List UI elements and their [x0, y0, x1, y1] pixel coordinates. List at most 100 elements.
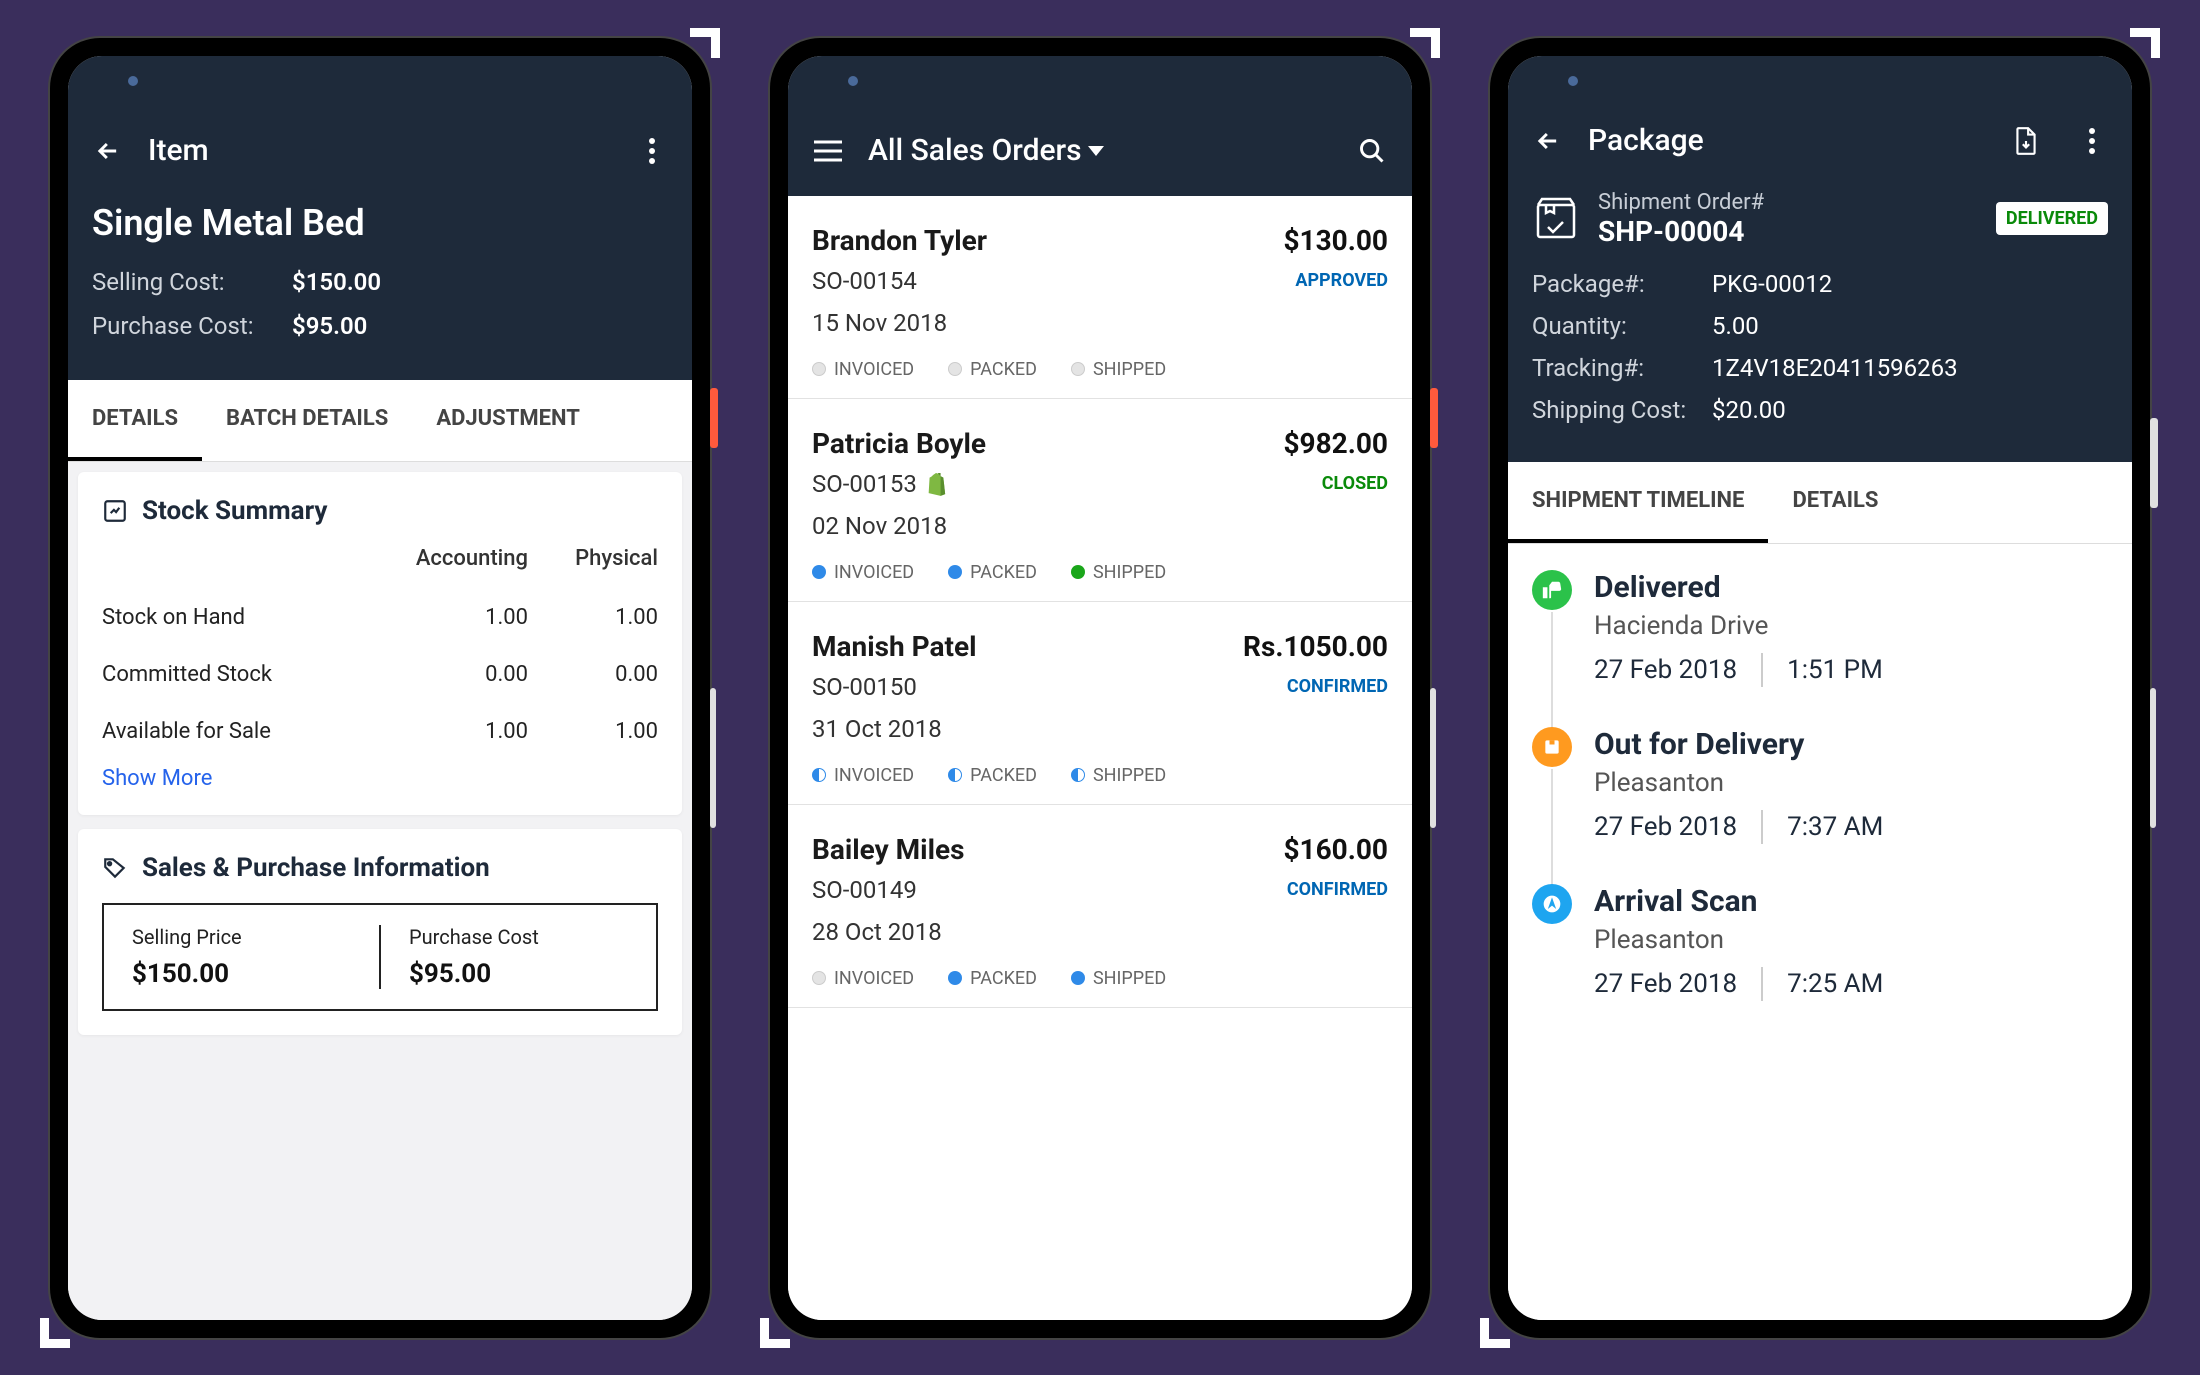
- order-status: CONFIRMED: [1287, 879, 1388, 900]
- timeline-icon: [1532, 884, 1572, 924]
- col-accounting: Accounting: [368, 546, 528, 571]
- selling-price-value: $150.00: [132, 959, 351, 989]
- col-physical: Physical: [528, 546, 658, 571]
- phone-package: Package Shipment Order# SHP-00004 DELIVE…: [1490, 38, 2150, 1338]
- tab-details[interactable]: DETAILS: [68, 380, 202, 461]
- tab-shipment-timeline[interactable]: SHIPMENT TIMELINE: [1508, 462, 1768, 543]
- timeline-item: Out for DeliveryPleasanton27 Feb 20187:3…: [1532, 727, 2108, 884]
- shipment-label: Shipment Order#: [1598, 190, 1978, 215]
- stock-row: Available for Sale 1.00 1.00: [102, 703, 658, 760]
- status-badge: DELIVERED: [1996, 202, 2108, 235]
- pill-packed: PACKED: [948, 765, 1037, 786]
- order-name: Patricia Boyle: [812, 427, 1283, 460]
- pill-shipped: SHIPPED: [1071, 968, 1166, 989]
- more-icon[interactable]: [2076, 125, 2108, 157]
- order-id: SO-00149: [812, 876, 1287, 904]
- page-title: Package: [1588, 123, 1986, 158]
- timeline-location: Pleasanton: [1594, 925, 2108, 955]
- order-name: Manish Patel: [812, 630, 1243, 663]
- item-name: Single Metal Bed: [92, 202, 668, 244]
- back-icon[interactable]: [1532, 125, 1564, 157]
- stock-icon: [102, 498, 128, 524]
- selling-cost-row: Selling Cost: $150.00: [92, 268, 668, 296]
- show-more-link[interactable]: Show More: [102, 766, 658, 791]
- pill-packed: PACKED: [948, 968, 1037, 989]
- pill-shipped: SHIPPED: [1071, 562, 1166, 583]
- pill-invoiced: INVOICED: [812, 562, 914, 583]
- back-icon[interactable]: [92, 135, 124, 167]
- timeline-location: Pleasanton: [1594, 768, 2108, 798]
- stock-summary-card: Stock Summary Accounting Physical Stock …: [78, 472, 682, 815]
- tab-batch-details[interactable]: BATCH DETAILS: [202, 380, 412, 461]
- order-status: CLOSED: [1322, 473, 1388, 494]
- order-amount: $982.00: [1283, 427, 1388, 460]
- timeline-date: 27 Feb 2018: [1594, 655, 1737, 685]
- selling-price-label: Selling Price: [132, 925, 351, 949]
- order-name: Brandon Tyler: [812, 224, 1283, 257]
- phone-sales-orders: All Sales Orders Brandon Tyler$130.00 SO-…: [770, 38, 1430, 1338]
- status-bar: [68, 56, 692, 106]
- order-id: SO-00150: [812, 673, 1287, 701]
- package-field: Package#:PKG-00012: [1532, 270, 2108, 298]
- order-status: APPROVED: [1295, 270, 1388, 291]
- pill-shipped: SHIPPED: [1071, 765, 1166, 786]
- timeline-icon: [1532, 727, 1572, 767]
- pill-packed: PACKED: [948, 562, 1037, 583]
- search-icon[interactable]: [1356, 135, 1388, 167]
- purchase-cost-value: $95.00: [409, 959, 628, 989]
- order-date: 02 Nov 2018: [812, 512, 1388, 540]
- order-row[interactable]: Bailey Miles$160.00 SO-00149 CONFIRMED 28 …: [788, 805, 1412, 1008]
- timeline-title: Delivered: [1594, 570, 2108, 605]
- stock-row: Stock on Hand 1.00 1.00: [102, 589, 658, 646]
- menu-icon[interactable]: [812, 135, 844, 167]
- package-field: Shipping Cost:$20.00: [1532, 396, 2108, 424]
- order-id: SO-00154: [812, 267, 1295, 295]
- order-date: 28 Oct 2018: [812, 918, 1388, 946]
- more-icon[interactable]: [636, 135, 668, 167]
- pill-invoiced: INVOICED: [812, 359, 914, 380]
- purchase-cost-label: Purchase Cost: [409, 925, 628, 949]
- order-row[interactable]: Brandon Tyler$130.00 SO-00154 APPROVED 15 …: [788, 196, 1412, 399]
- order-amount: $130.00: [1283, 224, 1388, 257]
- package-tabs: SHIPMENT TIMELINE DETAILS: [1508, 462, 2132, 544]
- page-title: Item: [148, 133, 612, 168]
- order-amount: Rs.1050.00: [1243, 630, 1388, 663]
- chevron-down-icon: [1088, 146, 1104, 156]
- order-status: CONFIRMED: [1287, 676, 1388, 697]
- timeline-date: 27 Feb 2018: [1594, 969, 1737, 999]
- shopify-icon: [925, 472, 947, 496]
- stock-row: Committed Stock 0.00 0.00: [102, 646, 658, 703]
- timeline-item: Arrival Scan Pleasanton 27 Feb 2018 7:25 AM: [1532, 884, 2108, 1041]
- pdf-icon[interactable]: [2010, 125, 2042, 157]
- pill-packed: PACKED: [948, 359, 1037, 380]
- sales-purchase-card: Sales & Purchase Information Selling Pri…: [78, 829, 682, 1035]
- status-bar: [1508, 56, 2132, 106]
- timeline-item: Delivered Hacienda Drive 27 Feb 2018 1:51 P…: [1532, 570, 2108, 727]
- order-amount: $160.00: [1283, 833, 1388, 866]
- timeline-time: 1:51 PM: [1787, 655, 1883, 685]
- phone-item-detail: Item Single Metal Bed Selling Cost: $150…: [50, 38, 710, 1338]
- tab-adjustment[interactable]: ADJUSTMENT: [412, 380, 604, 461]
- timeline-title: Arrival Scan: [1594, 884, 2108, 919]
- timeline-title: Out for Delivery: [1594, 727, 2108, 762]
- order-row[interactable]: Manish PatelRs.1050.00 SO-00150 CONFIRMED…: [788, 602, 1412, 805]
- timeline-time: 7:25 AM: [1787, 969, 1883, 999]
- order-id: SO-00153: [812, 470, 1322, 498]
- page-title[interactable]: All Sales Orders: [868, 133, 1332, 168]
- shipment-value: SHP-00004: [1598, 215, 1978, 248]
- package-field: Tracking#:1Z4V18E20411596263: [1532, 354, 2108, 382]
- order-name: Bailey Miles: [812, 833, 1283, 866]
- pill-invoiced: INVOICED: [812, 765, 914, 786]
- order-date: 15 Nov 2018: [812, 309, 1388, 337]
- purchase-cost-row: Purchase Cost: $95.00: [92, 312, 668, 340]
- tag-icon: [102, 855, 128, 881]
- package-icon: [1532, 195, 1580, 243]
- pill-shipped: SHIPPED: [1071, 359, 1166, 380]
- order-date: 31 Oct 2018: [812, 715, 1388, 743]
- timeline-date: 27 Feb 2018: [1594, 812, 1737, 842]
- timeline-icon: [1532, 570, 1572, 610]
- tab-details[interactable]: DETAILS: [1768, 462, 1902, 543]
- order-row[interactable]: Patricia Boyle$982.00 SO-00153 CLOSED 02 N…: [788, 399, 1412, 602]
- timeline-location: Hacienda Drive: [1594, 611, 2108, 641]
- package-field: Quantity:5.00: [1532, 312, 2108, 340]
